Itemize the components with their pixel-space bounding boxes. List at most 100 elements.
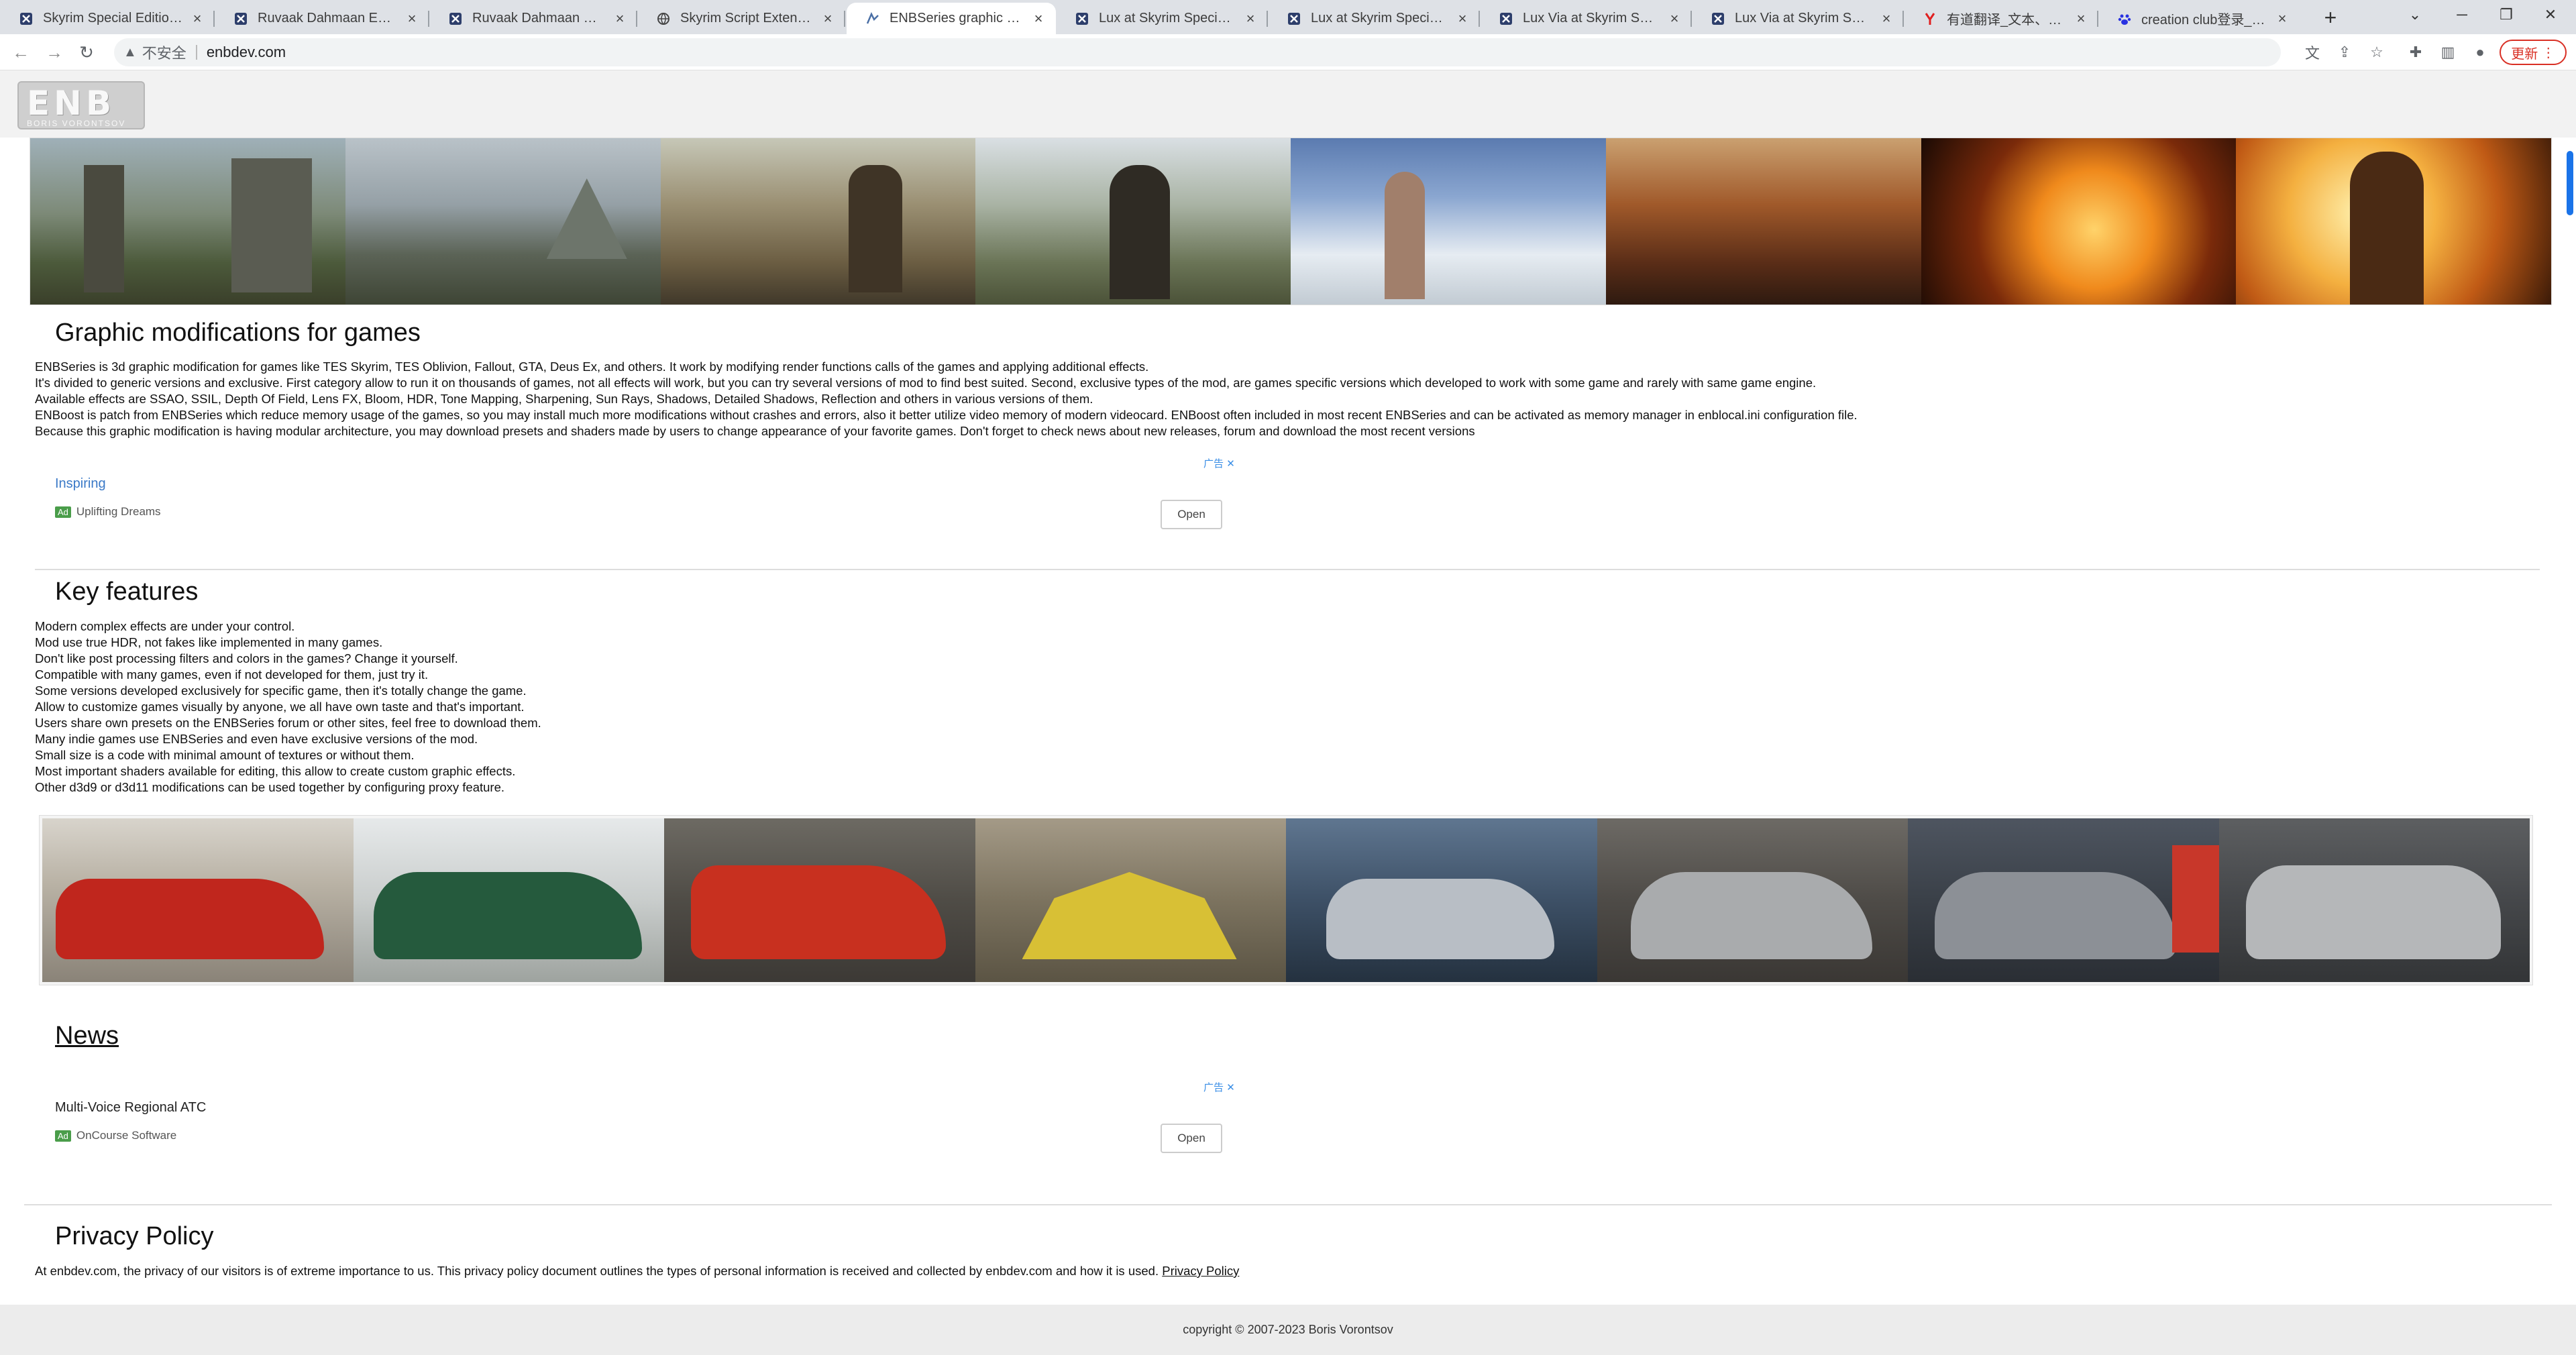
news-heading[interactable]: News (55, 1022, 119, 1050)
intro-line: ENBoost is patch from ENBSeries which re… (35, 408, 1858, 422)
ad-sponsor-name: Uplifting Dreams (76, 505, 161, 518)
tab-0[interactable]: Skyrim Special Edition Nexus × (0, 3, 215, 34)
screenshot-image[interactable] (42, 818, 354, 982)
share-icon[interactable]: ⇪ (2334, 42, 2355, 62)
tab-10[interactable]: creation club登录_百度搜索 × (2098, 3, 2300, 34)
ad-sponsor: Ad Uplifting Dreams (55, 505, 161, 519)
update-button[interactable]: 更新 ⋮ (2500, 40, 2567, 65)
screenshot-image[interactable] (1908, 818, 2219, 982)
screenshot-image[interactable] (660, 138, 976, 305)
feature-line: Some versions developed exclusively for … (35, 684, 527, 698)
screenshot-image[interactable] (1597, 818, 1908, 982)
close-icon[interactable]: × (1030, 10, 1046, 27)
site-logo[interactable]: ENB BORIS VORONTSOV (17, 81, 145, 129)
intro-line: Available effects are SSAO, SSIL, Depth … (35, 392, 1093, 406)
screenshot-image[interactable] (353, 818, 664, 982)
close-icon[interactable]: × (820, 10, 836, 27)
intro-line: Because this graphic modification is hav… (35, 424, 1475, 438)
close-icon[interactable]: × (189, 10, 205, 27)
tab-6[interactable]: Lux at Skyrim Special Edition × (1268, 3, 1480, 34)
screenshot-image[interactable] (1921, 138, 2237, 305)
close-icon[interactable]: × (404, 10, 420, 27)
tab-3[interactable]: Skyrim Script Extender (SKSE) × (637, 3, 845, 34)
screenshot-image[interactable] (975, 818, 1286, 982)
close-icon[interactable]: × (1242, 10, 1258, 27)
site-footer: copyright © 2007-2023 Boris Vorontsov (0, 1305, 2576, 1355)
ad-choices-icon[interactable]: 广告 ✕ (1203, 456, 1235, 470)
new-tab-button[interactable]: + (2317, 4, 2344, 31)
feature-line: Most important shaders available for edi… (35, 764, 516, 778)
feature-line: Mod use true HDR, not fakes like impleme… (35, 635, 383, 649)
side-panel-icon[interactable]: ▥ (2438, 42, 2458, 62)
warning-icon[interactable]: ▲ (123, 45, 137, 60)
ad-title-link[interactable]: Multi-Voice Regional ATC (55, 1100, 206, 1116)
screenshot-image[interactable] (1286, 818, 1597, 982)
tab-4[interactable]: ENBSeries graphic modification × (847, 3, 1056, 34)
logo-text: ENB (27, 84, 116, 123)
nexus-icon (1287, 11, 1301, 26)
scrollbar-thumb[interactable] (2567, 151, 2573, 215)
close-icon[interactable]: × (1878, 10, 1894, 27)
ad-open-button[interactable]: Open (1161, 500, 1222, 529)
feature-line: Users share own presets on the ENBSeries… (35, 716, 541, 730)
close-window-icon[interactable]: ✕ (2530, 3, 2571, 27)
screenshot-image[interactable] (30, 138, 345, 305)
tab-9[interactable]: 有道翻译_文本、文档、网页 × (1904, 3, 2098, 34)
screenshot-image[interactable] (975, 138, 1291, 305)
globe-icon (656, 11, 671, 26)
ad-sponsor: Ad OnCourse Software (55, 1129, 176, 1142)
close-icon[interactable]: × (1454, 10, 1470, 27)
intro-line: ENBSeries is 3d graphic modification for… (35, 360, 1149, 374)
screenshot-image[interactable] (345, 138, 661, 305)
restore-icon[interactable]: ❐ (2486, 3, 2526, 27)
tab-8[interactable]: Lux Via at Skyrim Special Edition × (1692, 3, 1904, 34)
privacy-heading: Privacy Policy (55, 1222, 214, 1250)
car-screenshot-strip (39, 815, 2533, 985)
ad-title-link[interactable]: Inspiring (55, 476, 106, 492)
not-secure-label[interactable]: 不安全 (142, 42, 186, 63)
tab-title: creation club登录_百度搜索 (2141, 13, 2267, 28)
reload-icon[interactable]: ↻ (75, 41, 98, 64)
tab-7[interactable]: Lux Via at Skyrim Special Edition × (1480, 3, 1692, 34)
intro-line: It's divided to generic versions and exc… (35, 376, 1817, 390)
tab-2[interactable]: Ruvaak Dahmaan ENB SE × (429, 3, 637, 34)
ad-choices-icon[interactable]: 广告 ✕ (1203, 1080, 1235, 1094)
tab-title: 有道翻译_文本、文档、网页 (1947, 13, 2066, 28)
baidu-icon (2117, 11, 2132, 26)
tab-5[interactable]: Lux at Skyrim Special Edition × (1056, 3, 1268, 34)
close-icon[interactable]: × (612, 10, 628, 27)
screenshot-image[interactable] (1605, 138, 1921, 305)
profile-icon[interactable]: ● (2470, 42, 2490, 62)
close-icon[interactable]: × (2274, 10, 2290, 27)
screenshot-image[interactable] (2218, 818, 2530, 982)
screenshot-image[interactable] (2236, 138, 2551, 305)
nexus-icon (233, 11, 248, 26)
tab-search-icon[interactable]: ⌄ (2395, 3, 2435, 27)
feature-line: Compatible with many games, even if not … (35, 667, 429, 682)
minimize-icon[interactable]: ─ (2442, 3, 2482, 27)
ad-badge: Ad (55, 1130, 71, 1142)
nexus-icon (1075, 11, 1089, 26)
nexus-icon (448, 11, 463, 26)
url-text[interactable]: enbdev.com (207, 44, 286, 61)
close-icon[interactable]: × (2073, 10, 2089, 27)
translate-icon[interactable]: 文 (2302, 42, 2322, 62)
tab-1[interactable]: Ruvaak Dahmaan ENB SE × (215, 3, 429, 34)
nexus-icon (1499, 11, 1513, 26)
bookmark-star-icon[interactable]: ☆ (2367, 42, 2387, 62)
extensions-icon[interactable]: ✚ (2406, 42, 2426, 62)
privacy-policy-link[interactable]: Privacy Policy (1162, 1264, 1239, 1278)
screenshot-image[interactable] (1291, 138, 1606, 305)
screenshot-image[interactable] (664, 818, 975, 982)
feature-line: Many indie games use ENBSeries and even … (35, 732, 478, 746)
feature-line: Small size is a code with minimal amount… (35, 748, 415, 762)
forward-icon[interactable]: → (43, 41, 66, 64)
back-icon[interactable]: ← (9, 41, 32, 64)
ad-open-button[interactable]: Open (1161, 1124, 1222, 1153)
feature-line: Other d3d9 or d3d11 modifications can be… (35, 780, 505, 794)
tab-title: Lux at Skyrim Special Edition (1099, 11, 1236, 25)
tab-title: Skyrim Special Edition Nexus (43, 11, 182, 25)
close-icon[interactable]: × (1666, 10, 1682, 27)
main-content: Graphic modifications for games ENBSerie… (9, 138, 2567, 1355)
address-bar[interactable]: ▲ 不安全 enbdev.com (114, 38, 2281, 66)
